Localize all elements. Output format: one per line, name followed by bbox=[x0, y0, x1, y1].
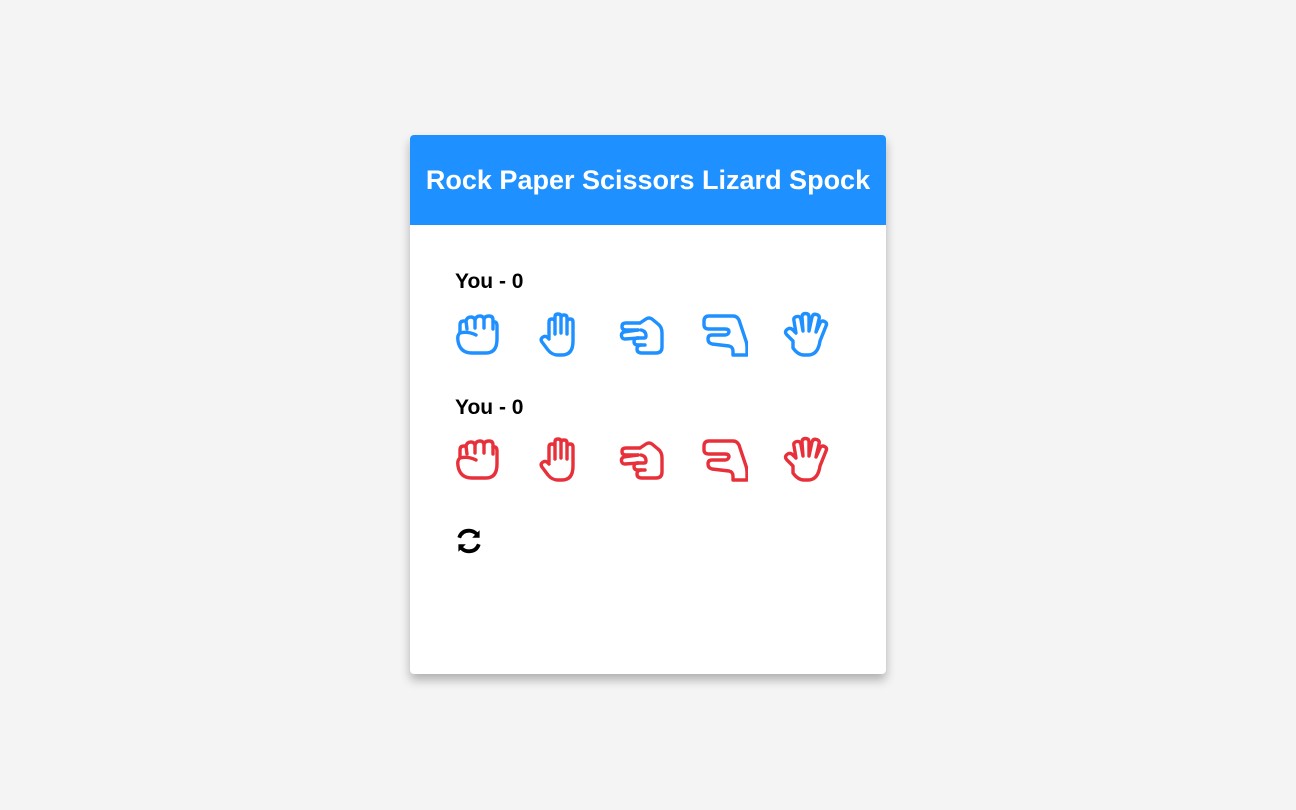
player-section: You - 0 bbox=[454, 269, 886, 359]
opponent-spock bbox=[782, 436, 830, 484]
refresh-icon bbox=[457, 528, 481, 554]
player-paper-button[interactable] bbox=[536, 311, 584, 359]
hand-spock-icon bbox=[783, 436, 829, 482]
hand-paper-icon bbox=[539, 312, 575, 357]
player-name: You bbox=[455, 270, 494, 293]
hand-paper-icon bbox=[539, 437, 575, 482]
player-spock-button[interactable] bbox=[782, 311, 830, 359]
player-scissors-button[interactable] bbox=[618, 311, 666, 359]
reset-button[interactable] bbox=[454, 526, 484, 556]
hand-rock-icon bbox=[456, 439, 499, 480]
player-hands bbox=[454, 311, 886, 359]
opponent-score: You - 0 bbox=[455, 395, 886, 421]
score-separator: - bbox=[493, 396, 512, 419]
hand-lizard-icon bbox=[702, 314, 748, 357]
opponent-hands bbox=[454, 436, 886, 484]
opponent-name: You bbox=[455, 396, 494, 419]
player-score-value: 0 bbox=[511, 270, 524, 293]
hand-spock-icon bbox=[783, 311, 829, 357]
hand-scissors-icon bbox=[619, 316, 664, 355]
hand-scissors-icon bbox=[619, 441, 664, 480]
game-title: Rock Paper Scissors Lizard Spock bbox=[425, 164, 871, 195]
hand-rock-icon bbox=[456, 314, 499, 355]
opponent-lizard bbox=[700, 436, 748, 484]
player-lizard-button[interactable] bbox=[700, 311, 748, 359]
opponent-scissors bbox=[618, 436, 666, 484]
opponent-paper bbox=[536, 436, 584, 484]
game-card: Rock Paper Scissors Lizard Spock You - 0 bbox=[410, 135, 886, 674]
player-score: You - 0 bbox=[455, 269, 886, 295]
card-header: Rock Paper Scissors Lizard Spock bbox=[410, 135, 886, 225]
opponent-score-value: 0 bbox=[511, 396, 524, 419]
opponent-section: You - 0 bbox=[454, 395, 886, 484]
hand-lizard-icon bbox=[702, 439, 748, 482]
player-rock-button[interactable] bbox=[454, 311, 502, 359]
card-body: You - 0 You - 0 bbox=[410, 225, 886, 556]
score-separator: - bbox=[493, 270, 512, 293]
opponent-rock bbox=[454, 436, 502, 484]
